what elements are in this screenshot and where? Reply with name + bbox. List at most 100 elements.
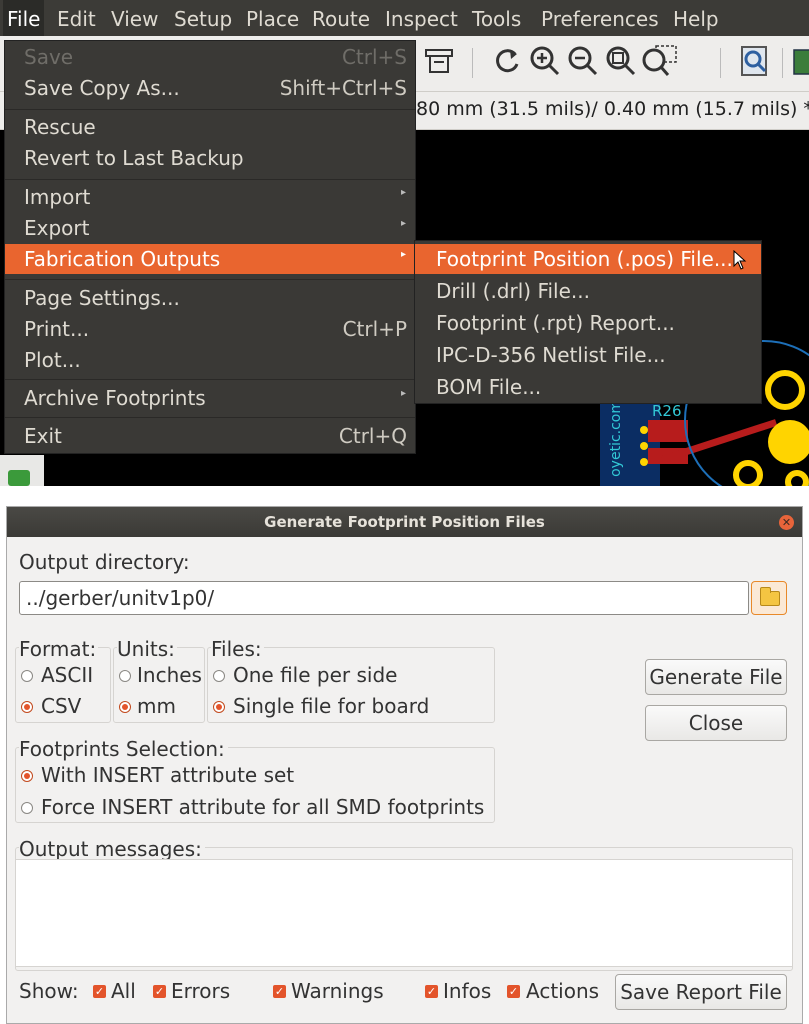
menu-item-plot[interactable]: Plot... [5, 345, 415, 375]
menu-file[interactable]: File [3, 0, 45, 40]
output-messages-area[interactable] [15, 859, 793, 967]
zoom-in-icon[interactable] [526, 44, 564, 82]
format-ascii-radio[interactable] [21, 670, 33, 682]
units-label: Units: [117, 637, 177, 661]
via [640, 426, 648, 434]
units-inches-label[interactable]: Inches [137, 663, 202, 687]
units-mm-label[interactable]: mm [137, 694, 176, 718]
through-hole-pad [768, 420, 809, 464]
zoom-out-icon[interactable] [564, 44, 602, 82]
menu-help[interactable]: Help [673, 7, 719, 31]
menu-item-archive-footprints[interactable]: Archive Footprints ▸ [5, 383, 415, 413]
format-label: Format: [19, 637, 99, 661]
force-insert-radio[interactable] [21, 802, 33, 814]
menu-item-bom-file[interactable]: BOM File... [415, 372, 761, 402]
output-messages-label: Output messages: [19, 837, 205, 861]
format-ascii-label[interactable]: ASCII [41, 663, 93, 687]
menu-item-footprint-position-file[interactable]: Footprint Position (.pos) File... [415, 244, 761, 274]
menu-item-label: Save Copy As... [24, 76, 180, 100]
menu-item-save-copy-as[interactable]: Save Copy As... Shift+Ctrl+S [5, 73, 415, 103]
output-directory-label: Output directory: [19, 550, 190, 574]
menubar: File Edit View Setup Place Route Inspect… [0, 0, 809, 40]
track-size-readout[interactable]: 80 mm (31.5 mils)/ 0.40 mm (15.7 mils) * [416, 98, 809, 120]
format-csv-radio[interactable] [21, 701, 33, 713]
menu-edit[interactable]: Edit [57, 7, 96, 31]
zoom-fit-icon[interactable] [602, 44, 640, 82]
kicad-window: File Edit View Setup Place Route Inspect… [0, 0, 809, 486]
menu-item-export[interactable]: Export ▸ [5, 213, 415, 243]
submenu-arrow-icon: ▸ [400, 249, 406, 260]
layer-icon[interactable] [8, 470, 30, 486]
filter-all-label[interactable]: All [111, 979, 136, 1003]
generate-footprint-position-dialog: Generate Footprint Position Files ✕ Outp… [6, 506, 803, 1024]
units-mm-radio[interactable] [119, 701, 131, 713]
menu-item-label: Footprint (.rpt) Report... [436, 311, 675, 335]
submenu-arrow-icon: ▸ [400, 187, 406, 198]
menu-item-revert[interactable]: Revert to Last Backup [5, 143, 415, 173]
menu-item-print[interactable]: Print... Ctrl+P [5, 314, 415, 344]
save-report-button[interactable]: Save Report File [615, 974, 787, 1010]
menu-item-save[interactable]: Save Ctrl+S [5, 42, 415, 72]
format-csv-label[interactable]: CSV [41, 694, 81, 718]
menu-item-exit[interactable]: Exit Ctrl+Q [5, 421, 415, 451]
generate-file-button[interactable]: Generate File [645, 659, 787, 695]
menu-separator [5, 179, 415, 180]
menu-inspect[interactable]: Inspect [385, 7, 458, 31]
zoom-selection-icon[interactable] [640, 44, 678, 82]
filter-errors-label[interactable]: Errors [171, 979, 230, 1003]
menu-item-ipc-netlist[interactable]: IPC-D-356 Netlist File... [415, 340, 761, 370]
close-button[interactable]: Close [645, 705, 787, 741]
files-single-label[interactable]: Single file for board [233, 694, 429, 718]
browse-folder-button[interactable] [751, 581, 787, 615]
find-icon[interactable] [736, 44, 774, 82]
menu-view[interactable]: View [111, 7, 158, 31]
filter-infos-label[interactable]: Infos [443, 979, 491, 1003]
menu-item-label: Export [24, 216, 90, 240]
menu-route[interactable]: Route [312, 7, 370, 31]
menu-item-shortcut: Ctrl+Q [338, 424, 407, 448]
plot-icon[interactable] [420, 44, 458, 82]
filter-infos-checkbox[interactable]: ✓ [425, 985, 438, 998]
netlist-icon[interactable] [790, 44, 809, 82]
dialog-title-text: Generate Footprint Position Files [264, 513, 545, 531]
menu-item-label: IPC-D-356 Netlist File... [436, 343, 666, 367]
menu-preferences[interactable]: Preferences [541, 7, 659, 31]
menu-setup[interactable]: Setup [174, 7, 232, 31]
filter-warnings-label[interactable]: Warnings [291, 979, 384, 1003]
show-label: Show: [19, 979, 79, 1003]
files-per-side-label[interactable]: One file per side [233, 663, 397, 687]
files-single-radio[interactable] [213, 701, 225, 713]
folder-icon [760, 587, 780, 606]
menu-item-import[interactable]: Import ▸ [5, 182, 415, 212]
through-hole-pad [733, 460, 763, 486]
filter-errors-checkbox[interactable]: ✓ [153, 985, 166, 998]
dialog-title: Generate Footprint Position Files ✕ [7, 507, 802, 537]
force-insert-label[interactable]: Force INSERT attribute for all SMD footp… [41, 795, 484, 819]
filter-warnings-checkbox[interactable]: ✓ [273, 985, 286, 998]
output-directory-input[interactable]: ../gerber/unitv1p0/ [19, 581, 749, 615]
menu-item-label: Revert to Last Backup [24, 146, 244, 170]
insert-attribute-label[interactable]: With INSERT attribute set [41, 763, 294, 787]
filter-all-checkbox[interactable]: ✓ [93, 985, 106, 998]
menu-item-rescue[interactable]: Rescue [5, 112, 415, 142]
via [640, 442, 648, 450]
filter-actions-label[interactable]: Actions [526, 979, 599, 1003]
menu-separator [5, 417, 415, 418]
filter-actions-checkbox[interactable]: ✓ [507, 985, 520, 998]
menu-item-label: Plot... [24, 348, 81, 372]
menu-tools[interactable]: Tools [472, 7, 521, 31]
units-inches-radio[interactable] [119, 670, 131, 682]
menu-item-footprint-report[interactable]: Footprint (.rpt) Report... [415, 308, 761, 338]
submenu-arrow-icon: ▸ [400, 218, 406, 229]
submenu-arrow-icon: ▸ [400, 388, 406, 399]
menu-item-label: BOM File... [436, 375, 542, 399]
refresh-icon[interactable] [488, 44, 526, 82]
close-icon[interactable]: ✕ [779, 515, 794, 530]
insert-attribute-radio[interactable] [21, 770, 33, 782]
menu-item-drill-file[interactable]: Drill (.drl) File... [415, 276, 761, 306]
mouse-cursor-icon [733, 249, 747, 275]
files-per-side-radio[interactable] [213, 670, 225, 682]
menu-item-fabrication-outputs[interactable]: Fabrication Outputs ▸ [5, 244, 415, 274]
menu-item-page-settings[interactable]: Page Settings... [5, 283, 415, 313]
menu-place[interactable]: Place [246, 7, 299, 31]
